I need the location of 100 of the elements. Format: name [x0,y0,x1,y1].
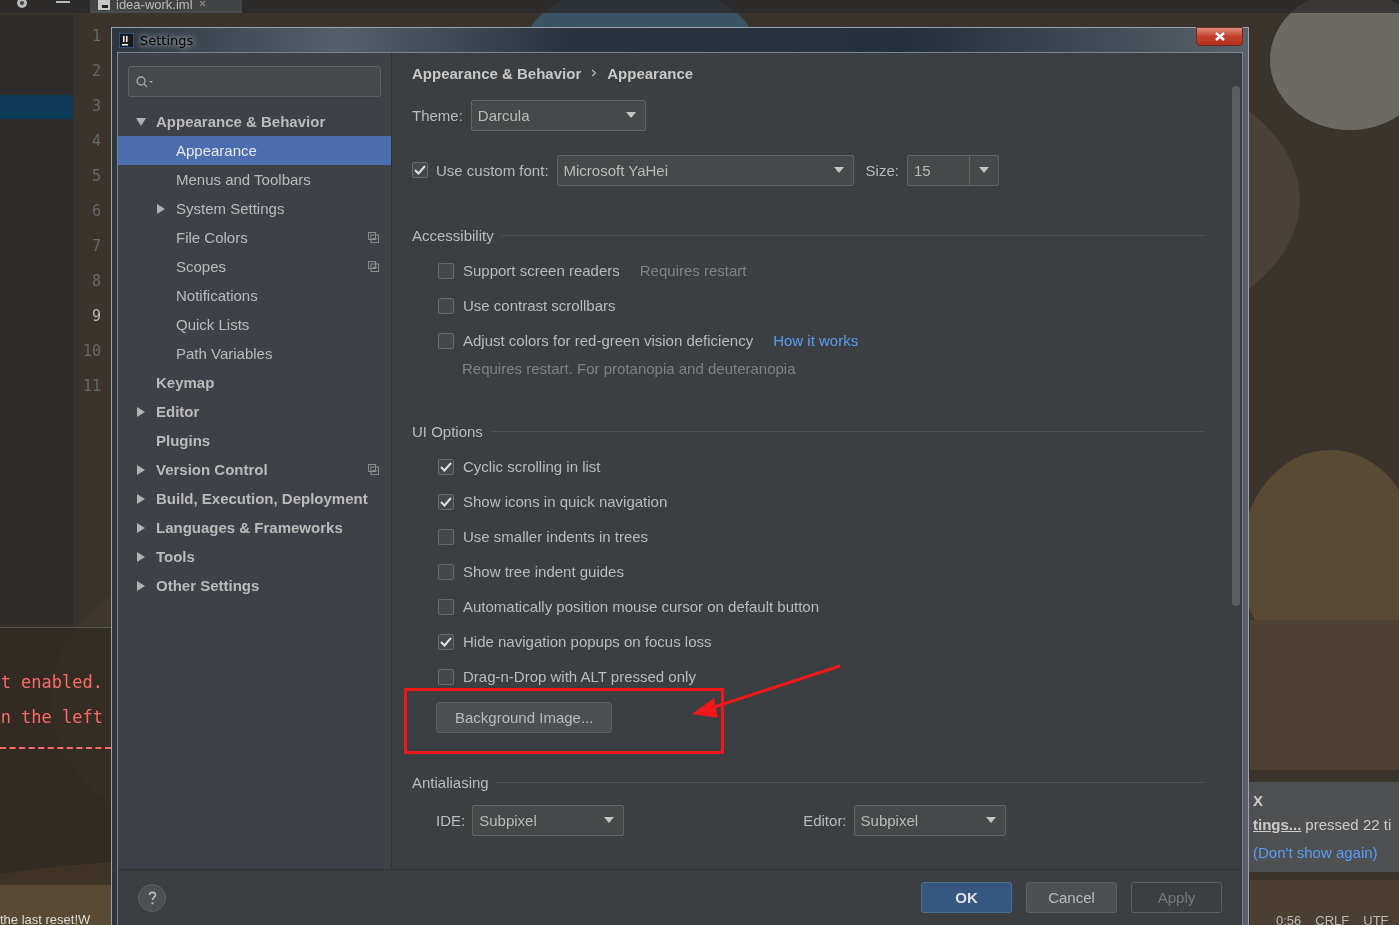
theme-dropdown[interactable]: Darcula [470,99,646,131]
expanded-arrow-icon[interactable] [136,116,146,127]
tree-item[interactable]: System Settings [118,194,391,223]
tree-item[interactable]: Version Control [118,455,391,484]
checkbox[interactable] [438,633,454,650]
breadcrumb-item: Appearance & Behavior [412,64,582,82]
dropdown-arrow-icon [625,112,636,118]
line-number: 9 [90,306,102,327]
checkbox-label: Hide navigation popups on focus loss [463,633,712,650]
checkbox-label: Use custom font: [436,161,549,179]
size-combo[interactable]: 15 [906,154,999,186]
line-number: 11 [81,376,102,397]
checkbox-label: Adjust colors for red-green vision deficiency [463,332,754,349]
notification-title: X [1253,791,1264,811]
collapsed-arrow-icon[interactable] [136,522,146,533]
tree-item[interactable]: Languages & Frameworks [118,513,391,542]
tree-item[interactable]: File Colors [118,223,391,252]
tree-item[interactable]: Appearance [118,136,391,165]
field-label: IDE: [436,811,466,829]
tree-item[interactable]: Quick Lists [118,310,391,339]
line-number: 1 [90,26,102,47]
tree-item[interactable]: Keymap [118,368,391,397]
checkbox-label: Show tree indent guides [463,563,624,580]
field-label: Editor: [803,811,847,829]
search-field[interactable] [128,66,381,97]
antialiasing-dropdown[interactable]: Subpixel [472,804,625,836]
check-icon [414,165,426,175]
dropdown-arrow-icon [833,167,844,173]
line-number: 7 [90,236,102,257]
tree-item[interactable]: Menus and Toolbars [118,165,391,194]
tree-item[interactable]: Tools [118,542,391,571]
notification-text: pressed 22 ti [1305,815,1392,835]
dialog-button[interactable]: Cancel [1026,882,1117,913]
tree-item[interactable]: Plugins [118,426,391,455]
dont-show-link[interactable]: (Don't show again) [1253,838,1399,868]
tree-item[interactable]: Scopes [118,252,391,281]
tree-item[interactable]: Appearance & Behavior [118,107,391,136]
checkbox[interactable] [438,598,454,615]
collapsed-arrow-icon[interactable] [136,406,146,417]
status-text: 0:56 [1276,915,1302,925]
notification-link[interactable]: tings... [1253,812,1302,838]
breadcrumb-item: Appearance [607,64,694,82]
close-button[interactable] [1196,27,1243,46]
line-number: 5 [90,166,102,187]
collapsed-arrow-icon[interactable] [136,580,146,591]
tab-label: idea-work.iml [116,0,193,11]
tree-item[interactable]: Editor [118,397,391,426]
search-icon [136,75,154,88]
status-text: CRLF [1315,915,1350,925]
checkbox-label: Automatically position mouse cursor on default button [463,598,820,615]
file-icon [98,0,110,10]
check-icon [440,636,452,647]
field-label: Size: [865,161,899,179]
checkbox-label: Support screen readers [463,262,620,279]
dropdown-arrow-icon [978,167,989,173]
line-number: 4 [90,131,102,152]
line-number: 6 [90,201,102,222]
status-text: the last reset!W [0,913,92,925]
field-label: Theme: [412,106,463,124]
checkbox[interactable] [438,528,454,545]
minimize-icon[interactable] [56,0,70,6]
tree-item[interactable]: Other Settings [118,571,391,600]
collapsed-arrow-icon[interactable] [136,493,146,504]
help-button[interactable] [138,883,166,912]
help-icon [147,890,157,905]
dialog-button[interactable]: OK [921,882,1012,913]
status-text: UTF [1363,915,1389,925]
checkbox[interactable] [438,332,454,349]
console-line: n the left [0,706,104,729]
check-icon [440,496,452,507]
line-number: 10 [81,341,102,362]
line-number: 3 [90,96,102,117]
checkbox[interactable] [438,297,454,314]
collapsed-arrow-icon[interactable] [136,464,146,475]
close-icon[interactable] [198,1,208,7]
console-line: t enabled. [0,671,104,694]
collapsed-arrow-icon[interactable] [136,551,146,562]
checkbox[interactable] [438,262,454,279]
settings-icon[interactable] [14,0,30,10]
checkbox[interactable] [438,563,454,580]
checkbox[interactable] [438,458,454,475]
close-icon [1214,32,1225,41]
checkbox[interactable] [438,493,454,510]
checkbox[interactable] [412,162,428,178]
tree-item[interactable]: Path Variables [118,339,391,368]
section-title: Accessibility [412,227,494,244]
collapsed-arrow-icon[interactable] [156,203,166,214]
check-icon [440,461,452,472]
checkbox-label: Show icons in quick navigation [463,493,668,510]
editor-tab[interactable]: idea-work.iml [90,0,242,13]
tree-item[interactable]: Build, Execution, Deployment [118,484,391,513]
checkbox-label: Cyclic scrolling in list [463,458,601,475]
background-image-button[interactable]: Background Image... [436,701,613,733]
tree-item[interactable]: Notifications [118,281,391,310]
section-title: UI Options [412,423,483,440]
help-link[interactable]: How it works [773,332,859,349]
antialiasing-dropdown[interactable]: Subpixel [853,804,1006,836]
dropdown-arrow-icon [985,817,996,823]
font-dropdown[interactable]: Microsoft YaHei [556,154,854,186]
checkbox[interactable] [438,668,454,685]
